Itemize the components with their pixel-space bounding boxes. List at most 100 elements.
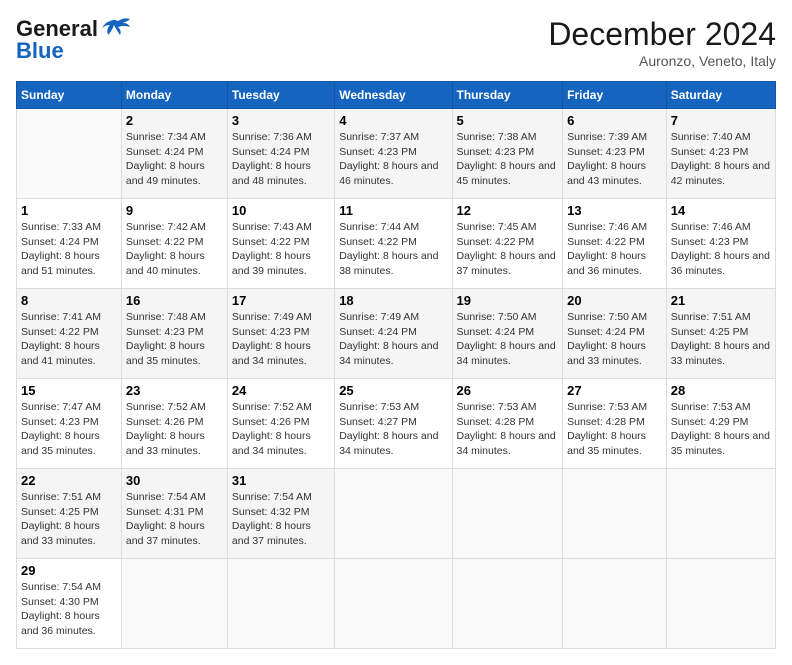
day-info: Sunrise: 7:51 AMSunset: 4:25 PMDaylight:… <box>21 491 101 547</box>
calendar-cell <box>121 559 227 649</box>
calendar-cell: 18 Sunrise: 7:49 AMSunset: 4:24 PMDaylig… <box>335 289 452 379</box>
day-info: Sunrise: 7:46 AMSunset: 4:23 PMDaylight:… <box>671 221 770 277</box>
calendar-cell: 19 Sunrise: 7:50 AMSunset: 4:24 PMDaylig… <box>452 289 563 379</box>
day-info: Sunrise: 7:53 AMSunset: 4:28 PMDaylight:… <box>567 401 647 457</box>
day-info: Sunrise: 7:54 AMSunset: 4:31 PMDaylight:… <box>126 491 206 547</box>
calendar-cell: 23 Sunrise: 7:52 AMSunset: 4:26 PMDaylig… <box>121 379 227 469</box>
day-info: Sunrise: 7:36 AMSunset: 4:24 PMDaylight:… <box>232 131 312 187</box>
header-sunday: Sunday <box>17 82 122 109</box>
calendar-cell <box>17 109 122 199</box>
calendar-cell <box>335 469 452 559</box>
calendar-cell: 17 Sunrise: 7:49 AMSunset: 4:23 PMDaylig… <box>227 289 334 379</box>
calendar-cell: 3 Sunrise: 7:36 AMSunset: 4:24 PMDayligh… <box>227 109 334 199</box>
header-wednesday: Wednesday <box>335 82 452 109</box>
day-info: Sunrise: 7:34 AMSunset: 4:24 PMDaylight:… <box>126 131 206 187</box>
day-info: Sunrise: 7:41 AMSunset: 4:22 PMDaylight:… <box>21 311 101 367</box>
calendar-cell: 20 Sunrise: 7:50 AMSunset: 4:24 PMDaylig… <box>563 289 667 379</box>
calendar-cell <box>563 559 667 649</box>
header-friday: Friday <box>563 82 667 109</box>
day-info: Sunrise: 7:43 AMSunset: 4:22 PMDaylight:… <box>232 221 312 277</box>
day-number: 26 <box>457 383 559 398</box>
days-header-row: Sunday Monday Tuesday Wednesday Thursday… <box>17 82 776 109</box>
day-info: Sunrise: 7:50 AMSunset: 4:24 PMDaylight:… <box>567 311 647 367</box>
calendar-cell <box>335 559 452 649</box>
day-info: Sunrise: 7:52 AMSunset: 4:26 PMDaylight:… <box>126 401 206 457</box>
header-tuesday: Tuesday <box>227 82 334 109</box>
day-info: Sunrise: 7:53 AMSunset: 4:29 PMDaylight:… <box>671 401 770 457</box>
day-info: Sunrise: 7:47 AMSunset: 4:23 PMDaylight:… <box>21 401 101 457</box>
day-info: Sunrise: 7:44 AMSunset: 4:22 PMDaylight:… <box>339 221 438 277</box>
calendar-header: Sunday Monday Tuesday Wednesday Thursday… <box>17 82 776 109</box>
day-number: 12 <box>457 203 559 218</box>
day-number: 2 <box>126 113 223 128</box>
location-text: Auronzo, Veneto, Italy <box>548 53 776 69</box>
day-number: 9 <box>126 203 223 218</box>
calendar-week-row: 2 Sunrise: 7:34 AMSunset: 4:24 PMDayligh… <box>17 109 776 199</box>
day-info: Sunrise: 7:52 AMSunset: 4:26 PMDaylight:… <box>232 401 312 457</box>
day-number: 16 <box>126 293 223 308</box>
calendar-body: 2 Sunrise: 7:34 AMSunset: 4:24 PMDayligh… <box>17 109 776 649</box>
calendar-cell: 22 Sunrise: 7:51 AMSunset: 4:25 PMDaylig… <box>17 469 122 559</box>
day-number: 20 <box>567 293 662 308</box>
day-number: 31 <box>232 473 330 488</box>
day-number: 10 <box>232 203 330 218</box>
header-saturday: Saturday <box>666 82 775 109</box>
calendar-cell: 10 Sunrise: 7:43 AMSunset: 4:22 PMDaylig… <box>227 199 334 289</box>
page-header: General Blue December 2024 Auronzo, Vene… <box>16 16 776 69</box>
calendar-cell: 6 Sunrise: 7:39 AMSunset: 4:23 PMDayligh… <box>563 109 667 199</box>
day-number: 27 <box>567 383 662 398</box>
day-number: 21 <box>671 293 771 308</box>
day-number: 7 <box>671 113 771 128</box>
header-thursday: Thursday <box>452 82 563 109</box>
calendar-cell: 9 Sunrise: 7:42 AMSunset: 4:22 PMDayligh… <box>121 199 227 289</box>
day-number: 8 <box>21 293 117 308</box>
logo-blue-text: Blue <box>16 38 64 64</box>
calendar-week-row: 1 Sunrise: 7:33 AMSunset: 4:24 PMDayligh… <box>17 199 776 289</box>
day-number: 3 <box>232 113 330 128</box>
day-info: Sunrise: 7:54 AMSunset: 4:32 PMDaylight:… <box>232 491 312 547</box>
calendar-cell: 30 Sunrise: 7:54 AMSunset: 4:31 PMDaylig… <box>121 469 227 559</box>
calendar-cell <box>452 559 563 649</box>
day-number: 30 <box>126 473 223 488</box>
calendar-cell: 16 Sunrise: 7:48 AMSunset: 4:23 PMDaylig… <box>121 289 227 379</box>
calendar-cell <box>227 559 334 649</box>
day-number: 25 <box>339 383 447 398</box>
day-number: 22 <box>21 473 117 488</box>
calendar-cell: 4 Sunrise: 7:37 AMSunset: 4:23 PMDayligh… <box>335 109 452 199</box>
day-number: 29 <box>21 563 117 578</box>
logo: General Blue <box>16 16 132 64</box>
day-info: Sunrise: 7:50 AMSunset: 4:24 PMDaylight:… <box>457 311 556 367</box>
calendar-week-row: 15 Sunrise: 7:47 AMSunset: 4:23 PMDaylig… <box>17 379 776 469</box>
day-info: Sunrise: 7:48 AMSunset: 4:23 PMDaylight:… <box>126 311 206 367</box>
day-info: Sunrise: 7:46 AMSunset: 4:22 PMDaylight:… <box>567 221 647 277</box>
day-number: 5 <box>457 113 559 128</box>
calendar-cell: 28 Sunrise: 7:53 AMSunset: 4:29 PMDaylig… <box>666 379 775 469</box>
day-info: Sunrise: 7:38 AMSunset: 4:23 PMDaylight:… <box>457 131 556 187</box>
day-info: Sunrise: 7:51 AMSunset: 4:25 PMDaylight:… <box>671 311 770 367</box>
day-info: Sunrise: 7:54 AMSunset: 4:30 PMDaylight:… <box>21 581 101 637</box>
day-number: 4 <box>339 113 447 128</box>
calendar-week-row: 22 Sunrise: 7:51 AMSunset: 4:25 PMDaylig… <box>17 469 776 559</box>
day-info: Sunrise: 7:45 AMSunset: 4:22 PMDaylight:… <box>457 221 556 277</box>
day-number: 6 <box>567 113 662 128</box>
header-monday: Monday <box>121 82 227 109</box>
calendar-table: Sunday Monday Tuesday Wednesday Thursday… <box>16 81 776 649</box>
calendar-week-row: 8 Sunrise: 7:41 AMSunset: 4:22 PMDayligh… <box>17 289 776 379</box>
calendar-cell: 27 Sunrise: 7:53 AMSunset: 4:28 PMDaylig… <box>563 379 667 469</box>
calendar-cell: 12 Sunrise: 7:45 AMSunset: 4:22 PMDaylig… <box>452 199 563 289</box>
calendar-cell: 13 Sunrise: 7:46 AMSunset: 4:22 PMDaylig… <box>563 199 667 289</box>
calendar-cell: 29 Sunrise: 7:54 AMSunset: 4:30 PMDaylig… <box>17 559 122 649</box>
calendar-cell <box>666 559 775 649</box>
day-number: 28 <box>671 383 771 398</box>
day-info: Sunrise: 7:49 AMSunset: 4:23 PMDaylight:… <box>232 311 312 367</box>
calendar-cell: 7 Sunrise: 7:40 AMSunset: 4:23 PMDayligh… <box>666 109 775 199</box>
calendar-week-row: 29 Sunrise: 7:54 AMSunset: 4:30 PMDaylig… <box>17 559 776 649</box>
calendar-cell: 15 Sunrise: 7:47 AMSunset: 4:23 PMDaylig… <box>17 379 122 469</box>
day-info: Sunrise: 7:53 AMSunset: 4:28 PMDaylight:… <box>457 401 556 457</box>
title-block: December 2024 Auronzo, Veneto, Italy <box>548 16 776 69</box>
calendar-cell: 31 Sunrise: 7:54 AMSunset: 4:32 PMDaylig… <box>227 469 334 559</box>
day-info: Sunrise: 7:39 AMSunset: 4:23 PMDaylight:… <box>567 131 647 187</box>
day-number: 18 <box>339 293 447 308</box>
calendar-cell: 11 Sunrise: 7:44 AMSunset: 4:22 PMDaylig… <box>335 199 452 289</box>
day-number: 13 <box>567 203 662 218</box>
